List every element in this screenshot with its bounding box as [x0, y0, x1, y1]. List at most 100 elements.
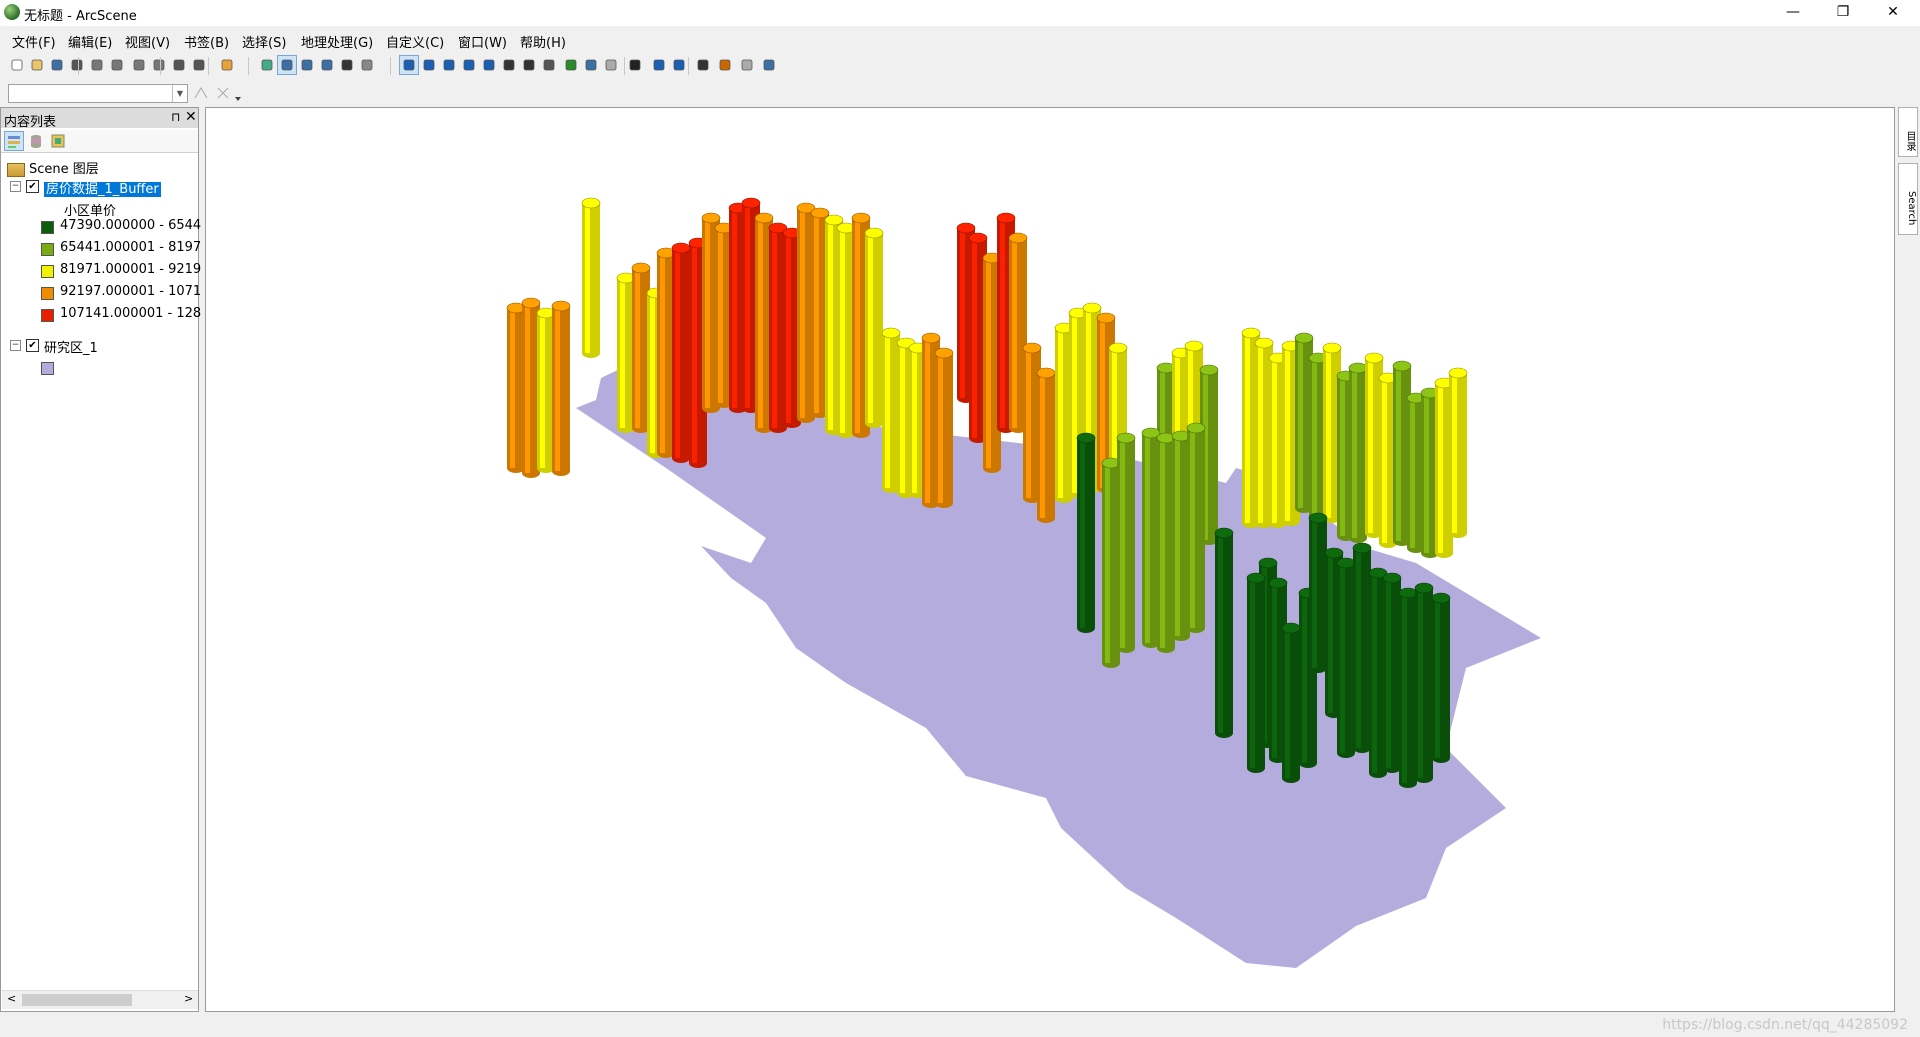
identify-icon[interactable] — [650, 56, 668, 74]
status-bar: https://blog.csdn.net/qq_44285092 — [0, 1014, 1920, 1037]
menu-geoprocessing[interactable]: 地理处理(G) — [301, 32, 373, 51]
search-tab[interactable]: Search — [1898, 163, 1918, 235]
toolbar-separator — [390, 57, 391, 75]
toc-horizontal-scrollbar[interactable]: < > — [2, 990, 198, 1009]
menu-selection[interactable]: 选择(S) — [242, 32, 286, 51]
menu-edit[interactable]: 编辑(E) — [68, 32, 112, 51]
price-column — [864, 227, 884, 428]
legend-class-swatch[interactable] — [41, 309, 54, 322]
window-title: 无标题 - ArcScene — [24, 9, 137, 24]
scene-layers-label: Scene 图层 — [29, 162, 99, 177]
price-column — [1308, 512, 1328, 673]
save-icon[interactable] — [48, 56, 66, 74]
layer-visibility-checkbox[interactable]: ✔ — [26, 180, 39, 193]
zoom-to-target-icon[interactable] — [460, 56, 478, 74]
toolbar-overflow-icon[interactable] — [234, 88, 242, 106]
pan-icon[interactable] — [540, 56, 558, 74]
menu-customize[interactable]: 自定义(C) — [386, 32, 444, 51]
paste-icon[interactable] — [130, 56, 148, 74]
minimize-button[interactable]: — — [1770, 0, 1816, 26]
combo-dropdown-icon[interactable]: ▼ — [172, 85, 187, 102]
set-observer-icon[interactable] — [480, 56, 498, 74]
new-document-icon[interactable] — [8, 56, 26, 74]
zoom-out-icon[interactable] — [520, 56, 538, 74]
open-folder-icon[interactable] — [28, 56, 46, 74]
price-column — [1431, 592, 1451, 763]
layer-visibility-checkbox[interactable]: ✔ — [26, 339, 39, 352]
price-column — [1036, 367, 1056, 523]
layer-icon[interactable] — [298, 56, 316, 74]
legend-class-swatch[interactable] — [41, 221, 54, 234]
pin-icon[interactable]: ⊓ — [171, 110, 180, 124]
list-by-drawing-order-icon[interactable] — [4, 131, 24, 151]
toc-toolbar — [1, 130, 198, 153]
price-column — [581, 197, 601, 358]
undo-icon[interactable] — [170, 56, 188, 74]
delete-icon[interactable] — [150, 56, 168, 74]
layer2-name[interactable]: 研究区_1 — [44, 337, 98, 356]
navigate-icon[interactable] — [399, 55, 419, 75]
window-icon[interactable] — [338, 56, 356, 74]
toc-close-icon[interactable]: ✕ — [185, 109, 197, 125]
select-elements-icon[interactable] — [626, 56, 644, 74]
redo-icon[interactable] — [190, 56, 208, 74]
list-by-source-icon[interactable] — [27, 132, 45, 150]
center-on-target-icon[interactable] — [440, 56, 458, 74]
print-icon[interactable] — [68, 56, 86, 74]
close-window-button[interactable]: ✕ — [1870, 0, 1916, 26]
narrow-fov-icon[interactable] — [602, 56, 620, 74]
measure-icon[interactable] — [716, 56, 734, 74]
menu-view[interactable]: 视图(V) — [125, 32, 170, 51]
price-column — [1382, 572, 1402, 773]
list-by-visibility-icon[interactable] — [49, 132, 67, 150]
scroll-thumb[interactable] — [22, 994, 132, 1006]
layer-name[interactable]: 房价数据_1_Buffer — [44, 178, 161, 197]
animation-icon[interactable] — [738, 56, 756, 74]
globe-icon[interactable] — [562, 56, 580, 74]
scroll-right-icon[interactable]: > — [184, 992, 193, 1005]
restore-button[interactable]: ❐ — [1820, 0, 1866, 26]
find-icon[interactable] — [694, 56, 712, 74]
cut-icon[interactable] — [88, 56, 106, 74]
add-data-icon[interactable] — [218, 56, 236, 74]
price-column — [551, 300, 571, 476]
layer2-icon[interactable] — [318, 56, 336, 74]
legend-class-swatch[interactable] — [41, 265, 54, 278]
toolbar-separator — [688, 57, 689, 75]
scene-view[interactable] — [205, 107, 1895, 1012]
menu-file[interactable]: 文件(F) — [12, 32, 56, 51]
full-extent-icon[interactable] — [277, 55, 297, 75]
catalog-icon[interactable] — [358, 56, 376, 74]
copy-icon[interactable] — [108, 56, 126, 74]
scroll-left-icon[interactable]: < — [7, 992, 16, 1005]
catalog-tab[interactable]: 目录 — [1898, 107, 1918, 157]
scene-properties-icon[interactable] — [258, 56, 276, 74]
html-popup-icon[interactable] — [670, 56, 688, 74]
study-area-symbol[interactable] — [41, 362, 54, 375]
menu-bookmarks[interactable]: 书签(B) — [184, 32, 229, 51]
full-view-icon[interactable] — [582, 56, 600, 74]
sketch-icon[interactable] — [192, 84, 210, 102]
right-dock: 目录 Search — [1897, 107, 1920, 1012]
collapse-icon[interactable]: − — [10, 181, 21, 192]
toc-title: 内容列表 — [4, 115, 57, 130]
fly-icon[interactable] — [420, 56, 438, 74]
legend-class-label: 107141.000001 - 128 — [60, 306, 202, 321]
toolbar-separator — [160, 57, 161, 75]
3d-effects-icon[interactable] — [760, 56, 778, 74]
tool-disabled-icon[interactable] — [214, 84, 232, 102]
menu-help[interactable]: 帮助(H) — [520, 32, 566, 51]
layer1-name[interactable]: 房价数据_1_Buffer — [44, 182, 161, 197]
scene-layers-node[interactable]: Scene 图层 — [7, 158, 99, 177]
price-column — [1336, 557, 1356, 758]
legend-class-label: 65441.000001 - 8197 — [60, 240, 202, 255]
legend-class-swatch[interactable] — [41, 287, 54, 300]
title-bar: 无标题 - ArcScene — ❐ ✕ — [0, 0, 1920, 26]
menu-windows[interactable]: 窗口(W) — [458, 32, 507, 51]
toolbar-separator — [624, 57, 625, 75]
collapse-icon[interactable]: − — [10, 340, 21, 351]
zoom-in-icon[interactable] — [500, 56, 518, 74]
layer-combo[interactable]: ▼ — [8, 84, 188, 103]
scene-canvas[interactable] — [206, 108, 1895, 1012]
legend-class-swatch[interactable] — [41, 243, 54, 256]
